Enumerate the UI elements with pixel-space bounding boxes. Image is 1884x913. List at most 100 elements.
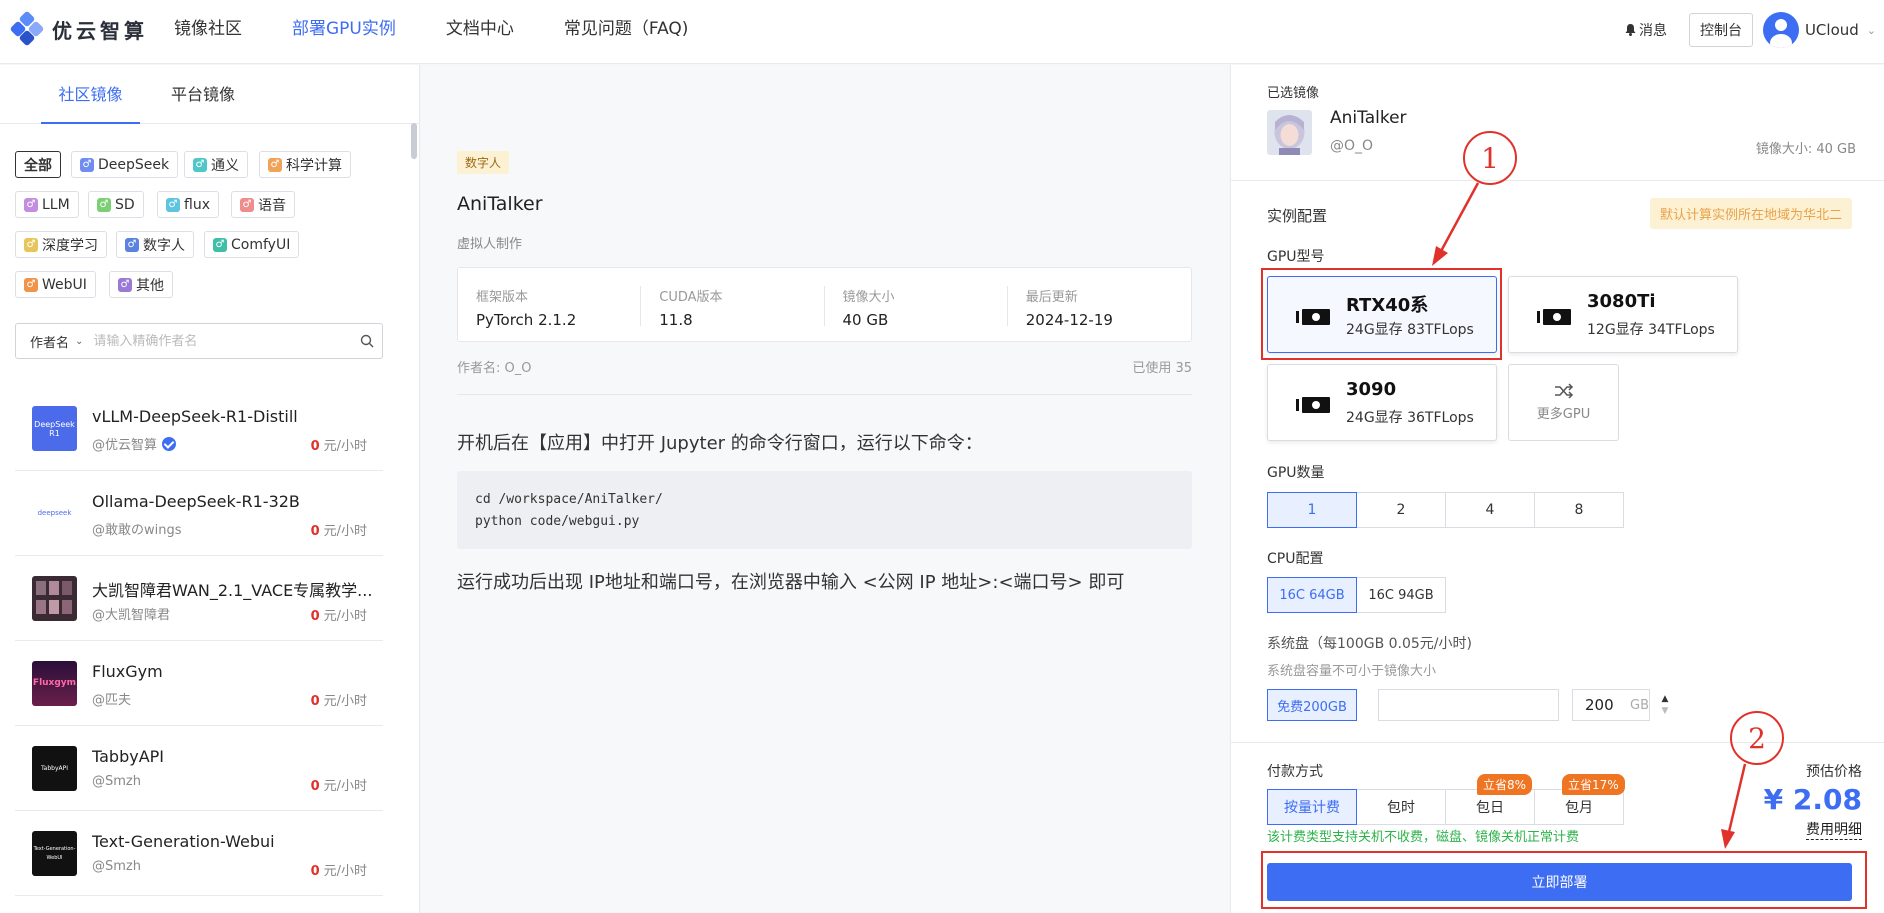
list-item[interactable]: DeepSeek R1 vLLM-DeepSeek-R1-Distill @优云… (15, 386, 383, 471)
gpu-option-3080ti[interactable]: 3080Ti 12G显存 34TFLops (1508, 276, 1738, 353)
filter-chip-other[interactable]: ♂ 其他 (109, 271, 173, 298)
payment-method-label: 付款方式 (1267, 764, 1323, 780)
region-note: 默认计算实例所在地域为华北二 (1649, 198, 1852, 229)
search-input[interactable] (93, 333, 352, 349)
payment-note: 该计费类型支持关机不收费，磁盘、镜像关机正常计费 (1267, 830, 1580, 845)
cpu-selector: 16C 64GB 16C 94GB (1267, 577, 1446, 613)
filter-chip-digital-human[interactable]: ♂ 数字人 (116, 231, 194, 258)
mirror-name: TabbyAPI (92, 747, 165, 766)
nav-faq[interactable]: 常见问题（FAQ) (564, 0, 689, 64)
verified-icon (162, 436, 177, 451)
detail-subtitle: 虚拟人制作 (457, 237, 523, 252)
mirror-list: DeepSeek R1 vLLM-DeepSeek-R1-Distill @优云… (15, 386, 383, 896)
gpu-count-option[interactable]: 2 (1356, 492, 1446, 528)
nav-docs[interactable]: 文档中心 (446, 0, 514, 64)
gpu-name: 3080Ti (1587, 291, 1656, 312)
disk-slider[interactable] (1378, 689, 1559, 721)
user-avatar[interactable] (1762, 12, 1799, 48)
chevron-down-icon[interactable]: ⌄ (1867, 24, 1876, 37)
filter-chip-deep-learning[interactable]: ♂ 深度学习 (15, 231, 107, 258)
mirror-source-tabs: 社区镜像 平台镜像 (0, 65, 419, 124)
mirror-price: 0 元/小时 (310, 524, 367, 539)
nav-deploy-gpu[interactable]: 部署GPU实例 (292, 0, 396, 64)
list-item[interactable]: TabbyAPI TabbyAPI @Smzh 0 元/小时 (15, 726, 383, 811)
filter-chip-tongyi[interactable]: ♂ 通义 (184, 151, 248, 178)
mirror-detail: 数字人 AniTalker 虚拟人制作 框架版本 PyTorch 2.1.2 CU… (421, 65, 1229, 913)
tab-community-mirror[interactable]: 社区镜像 (41, 65, 140, 124)
category-icon: ♂ (80, 157, 94, 172)
mirror-thumbnail: Text-Generation-WebUI (32, 831, 77, 876)
list-item[interactable]: deepseek Ollama-DeepSeek-R1-32B @敢敢のwing… (15, 471, 383, 556)
price-detail-link[interactable]: 费用明细 (1806, 819, 1862, 840)
instance-config-panel: 已选镜像 AniTalker @O_O 镜像大小: 40 GB 实例配置 默认计… (1230, 65, 1884, 913)
list-item[interactable]: Text-Generation-WebUI Text-Generation-We… (15, 811, 383, 896)
filter-chip-sd[interactable]: ♂ SD (88, 191, 144, 218)
selected-image-label: 已选镜像 (1267, 86, 1320, 101)
gpu-option-3090[interactable]: 3090 24G显存 36TFLops (1267, 364, 1497, 441)
messages-link[interactable]: 消息 (1625, 20, 1667, 40)
stepper-up-icon[interactable]: ▲ (1662, 693, 1669, 705)
filter-chip-comfyui[interactable]: ♂ ComfyUI (204, 231, 300, 258)
mirror-author: @优云智算 (92, 438, 158, 453)
mirror-price: 0 元/小时 (310, 439, 367, 454)
stepper-down-icon[interactable]: ▼ (1662, 705, 1669, 717)
filter-chip-deepseek[interactable]: ♂ DeepSeek (71, 151, 179, 178)
selected-image-author: @O_O (1330, 138, 1374, 154)
system-disk-label: 系统盘（每100GB 0.05元/小时) (1267, 636, 1472, 652)
brand-logo[interactable]: 优云智算 (9, 10, 148, 47)
annotation-number-1: 1 (1463, 131, 1517, 185)
pay-option-usage[interactable]: 按量计费 (1267, 789, 1357, 825)
mirror-price: 0 元/小时 (310, 609, 367, 624)
disk-size-stepper[interactable]: ▲ ▼ (1653, 689, 1677, 721)
mirror-author: @大凯智障君 (92, 608, 171, 623)
disk-size-unit: GB (1630, 698, 1649, 713)
filter-chip-webui[interactable]: ♂ WebUI (15, 271, 96, 298)
free-disk-option[interactable]: 免费200GB (1267, 689, 1357, 721)
discount-badge: 立省8% (1477, 774, 1533, 795)
usage-count: 已使用 35 (1132, 361, 1192, 376)
category-icon: ♂ (24, 197, 38, 212)
filter-chip-voice[interactable]: ♂ 语音 (231, 191, 295, 218)
mirror-thumbnail: deepseek (32, 491, 77, 536)
selected-image-thumbnail (1267, 110, 1312, 155)
mirror-thumbnail: TabbyAPI (32, 746, 77, 791)
list-item[interactable]: Fluxgym FluxGym @匹夫 0 元/小时 (15, 641, 383, 726)
category-icon: ♂ (97, 197, 111, 212)
filter-chip-llm[interactable]: ♂ LLM (15, 191, 79, 218)
filter-chip-all[interactable]: 全部 (15, 151, 61, 178)
cpu-config-label: CPU配置 (1267, 551, 1324, 567)
tab-platform-mirror[interactable]: 平台镜像 (171, 65, 235, 124)
gpu-count-option[interactable]: 4 (1445, 492, 1535, 528)
gpu-count-option[interactable]: 8 (1534, 492, 1624, 528)
category-icon: ♂ (24, 277, 38, 292)
annotation-number-2: 2 (1730, 711, 1784, 765)
cpu-option[interactable]: 16C 94GB (1356, 577, 1446, 613)
brand-name: 优云智算 (52, 18, 148, 43)
cpu-option[interactable]: 16C 64GB (1267, 577, 1357, 613)
mirror-author: @Smzh (92, 774, 141, 789)
console-button[interactable]: 控制台 (1688, 13, 1753, 47)
info-size: 镜像大小 40 GB (825, 286, 1008, 329)
main-nav: 镜像社区 部署GPU实例 文档中心 常见问题（FAQ) (174, 0, 738, 64)
mirror-sidebar: 社区镜像 平台镜像 全部 ♂ DeepSeek ♂ 通义 ♂ 科学计算 ♂ LLM ♂ S… (0, 65, 420, 913)
user-name[interactable]: UCloud (1805, 21, 1859, 39)
more-gpu-button[interactable]: 更多GPU (1508, 364, 1619, 441)
filter-chip-flux[interactable]: ♂ flux (157, 191, 219, 218)
search-icon[interactable] (352, 334, 382, 348)
pay-option-hourly[interactable]: 包时 (1356, 789, 1446, 825)
command-code-block: cd /workspace/AniTalker/ python code/web… (457, 471, 1192, 549)
avatar-image-icon (1267, 110, 1312, 155)
nav-mirror-community[interactable]: 镜像社区 (174, 0, 242, 64)
search-field-select[interactable]: 作者名 ⌄ (16, 332, 93, 351)
gpu-spec: 24G显存 36TFLops (1346, 410, 1474, 426)
gpu-count-option[interactable]: 1 (1267, 492, 1357, 528)
filter-chip-science[interactable]: ♂ 科学计算 (259, 151, 351, 178)
estimated-price: ¥ 2.08 (1763, 783, 1862, 816)
list-item[interactable]: 大凯智障君WAN_2.1_VACE专属教学... @大凯智障君 0 元/小时 (15, 556, 383, 641)
detail-title: AniTalker (457, 193, 543, 215)
annotation-box-gpu (1261, 268, 1502, 360)
gpu-count-selector: 1 2 4 8 (1267, 492, 1624, 528)
scrollbar[interactable] (411, 123, 417, 159)
gpu-card-icon (1537, 309, 1571, 325)
divider (457, 394, 1192, 395)
